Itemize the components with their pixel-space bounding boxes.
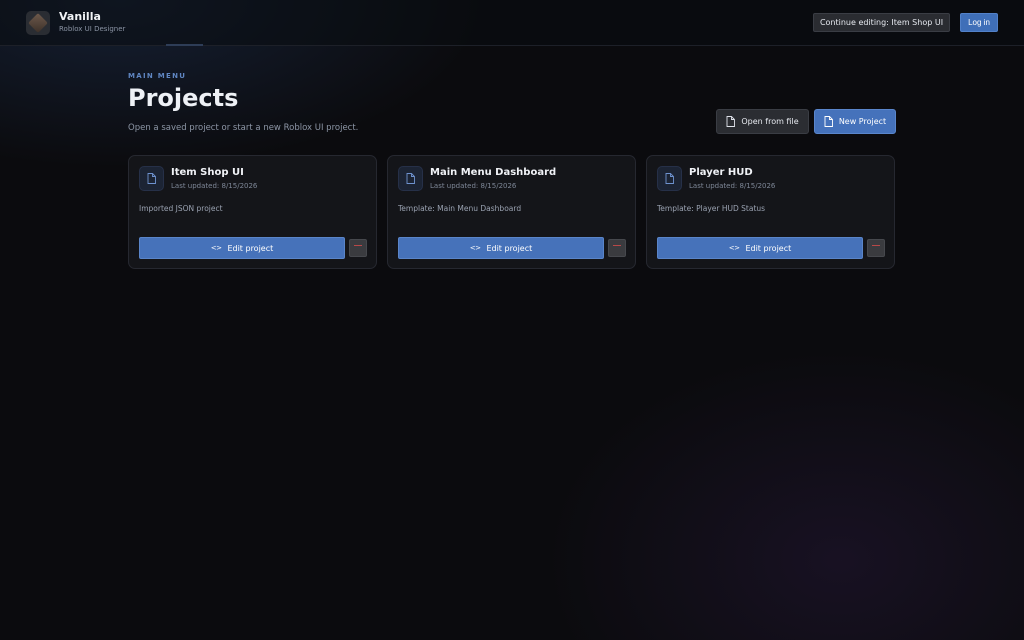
project-description: Template: Main Menu Dashboard [398,204,522,213]
cube-logo-icon[interactable] [26,11,50,35]
page-title: Projects [128,84,239,112]
code-icon: <> [469,244,481,252]
open-from-file-label: Open from file [741,117,799,126]
project-card: Item Shop UI Last updated: 8/15/2026 Imp… [128,155,377,269]
trash-icon [613,244,621,246]
open-from-file-button[interactable]: Open from file [716,109,809,134]
delete-project-button[interactable] [349,239,367,257]
file-icon [824,116,833,127]
project-updated: Last updated: 8/15/2026 [171,182,258,190]
page-subtitle: Open a saved project or start a new Robl… [128,123,359,133]
continue-editing-button[interactable]: Continue editing: Item Shop UI [813,13,950,32]
login-button[interactable]: Log in [960,13,998,32]
new-project-label: New Project [838,117,887,126]
delete-project-button[interactable] [608,239,626,257]
project-updated: Last updated: 8/15/2026 [689,182,776,190]
project-updated: Last updated: 8/15/2026 [430,182,517,190]
project-title: Main Menu Dashboard [430,167,557,178]
app-name: Vanilla [59,10,101,23]
edit-project-button[interactable]: <> Edit project [398,237,604,259]
project-description: Imported JSON project [139,204,223,213]
file-icon [139,166,164,191]
edit-project-button[interactable]: <> Edit project [657,237,863,259]
code-icon: <> [728,244,740,252]
section-label: MAIN MENU [128,72,187,80]
edit-project-button[interactable]: <> Edit project [139,237,345,259]
edit-project-label: Edit project [486,243,533,253]
project-card: Player HUD Last updated: 8/15/2026 Templ… [646,155,895,269]
project-title: Player HUD [689,167,753,178]
code-icon: <> [210,244,222,252]
project-title: Item Shop UI [171,167,244,178]
nav-active-indicator [166,44,203,46]
project-card: Main Menu Dashboard Last updated: 8/15/2… [387,155,636,269]
delete-project-button[interactable] [867,239,885,257]
file-icon [726,116,736,127]
project-description: Template: Player HUD Status [657,204,766,213]
edit-project-label: Edit project [227,243,274,253]
trash-icon [354,244,362,246]
edit-project-label: Edit project [745,243,792,253]
trash-icon [872,244,880,246]
new-project-button[interactable]: New Project [814,109,896,134]
top-bar: Vanilla Roblox UI Designer Continue edit… [0,0,1024,46]
app-subtitle: Roblox UI Designer [59,25,126,33]
file-icon [398,166,423,191]
file-icon [657,166,682,191]
